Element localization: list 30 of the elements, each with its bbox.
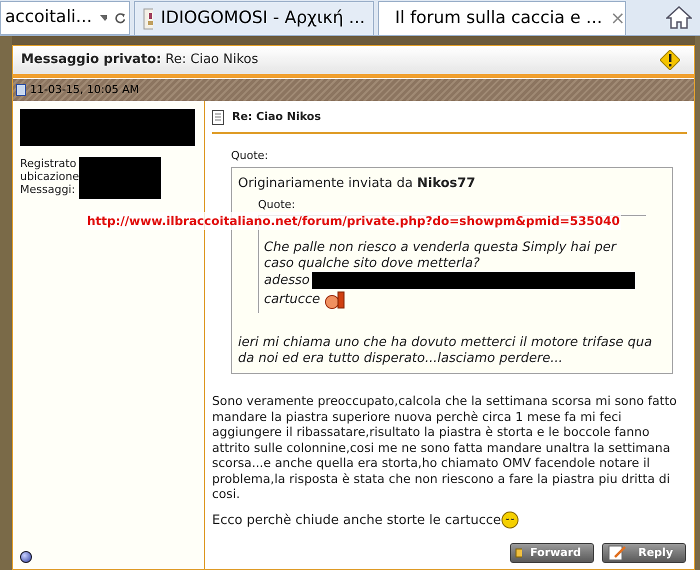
quote-author-line: Originariamente inviata da Nikos77 xyxy=(238,175,476,193)
url-overlay: http://www.ilbraccoitaliano.net/forum/private.php?do=showpm&pmid=535040 xyxy=(86,212,621,230)
address-bar[interactable]: accoitali... xyxy=(0,1,130,35)
post-date: 11-03-15, 10:05 AM xyxy=(30,82,140,98)
browser-tab[interactable]: Il forum sulla caccia e ... × xyxy=(378,1,626,35)
quote-label: Quote: xyxy=(258,196,296,212)
sender-field-label: Messaggi: xyxy=(20,183,76,196)
message-text: Ecco perchè chiude anche storte le cartucce xyxy=(212,512,501,530)
sender-field-label: ubicazione xyxy=(20,170,80,183)
page-icon xyxy=(143,8,153,30)
quote-text: Che palle non riesco a venderla questa Simply hai per caso qualche sito dove metterla? xyxy=(264,240,618,272)
home-icon[interactable] xyxy=(666,5,692,29)
quote-text: adesso xyxy=(264,272,310,288)
sleepy-smiley-icon xyxy=(501,511,519,530)
sender-field-label: Registrato xyxy=(20,157,78,170)
post-icon xyxy=(16,84,26,96)
post-title: Re: Ciao Nikos xyxy=(232,109,321,125)
quote-text: cartucce xyxy=(264,292,320,308)
warning-icon[interactable] xyxy=(660,50,680,70)
quote-label: Quote: xyxy=(231,148,270,164)
reply-button[interactable]: Reply xyxy=(602,543,686,563)
message-text: Sono veramente preoccupato,calcola che la settimana scorsa mi sono fatto mandare la piastra superiore nuova perchè circa 1 mese fa mi feci aggiungere il ribassatare,risultato la piastra è storta e le boccole fanno attrito sulle colonnine,cosi me ne sono fatta mandare unaltra la settimana scorsa...e anche quella era storta,ho chiamato OMV facendole notare il problema,la risposta è stata che non riescono a fare la piastra piu dritta di cosi. xyxy=(212,394,678,502)
forward-button[interactable]: Forward xyxy=(510,543,594,563)
browser-tab[interactable]: IDIOGOMOSI - Αρχική ... xyxy=(134,1,374,35)
dropdown-icon[interactable] xyxy=(100,15,107,21)
pencil-paper-icon xyxy=(607,545,627,561)
quote-text: ieri mi chiama uno che ha dovuto metterci il motore trifase qua da noi ed era tutto disperato...lasciamo perdere... xyxy=(238,335,654,367)
message-title: Messaggio privato: Re: Ciao Nikos xyxy=(21,51,258,70)
document-icon xyxy=(212,110,224,125)
close-tab-button[interactable]: × xyxy=(610,5,626,32)
